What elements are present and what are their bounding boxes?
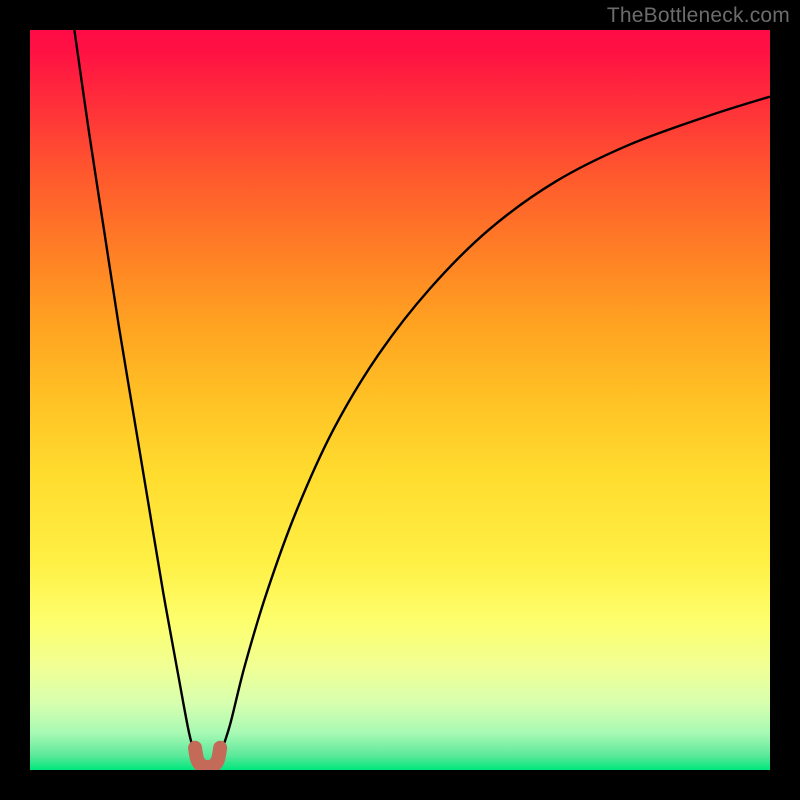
trough-marker <box>195 748 220 767</box>
chart-frame: TheBottleneck.com <box>0 0 800 800</box>
curve-layer <box>30 30 770 770</box>
curve-right-branch <box>219 97 770 759</box>
plot-area <box>30 30 770 770</box>
curve-left-branch <box>74 30 196 759</box>
watermark-text: TheBottleneck.com <box>607 4 790 28</box>
